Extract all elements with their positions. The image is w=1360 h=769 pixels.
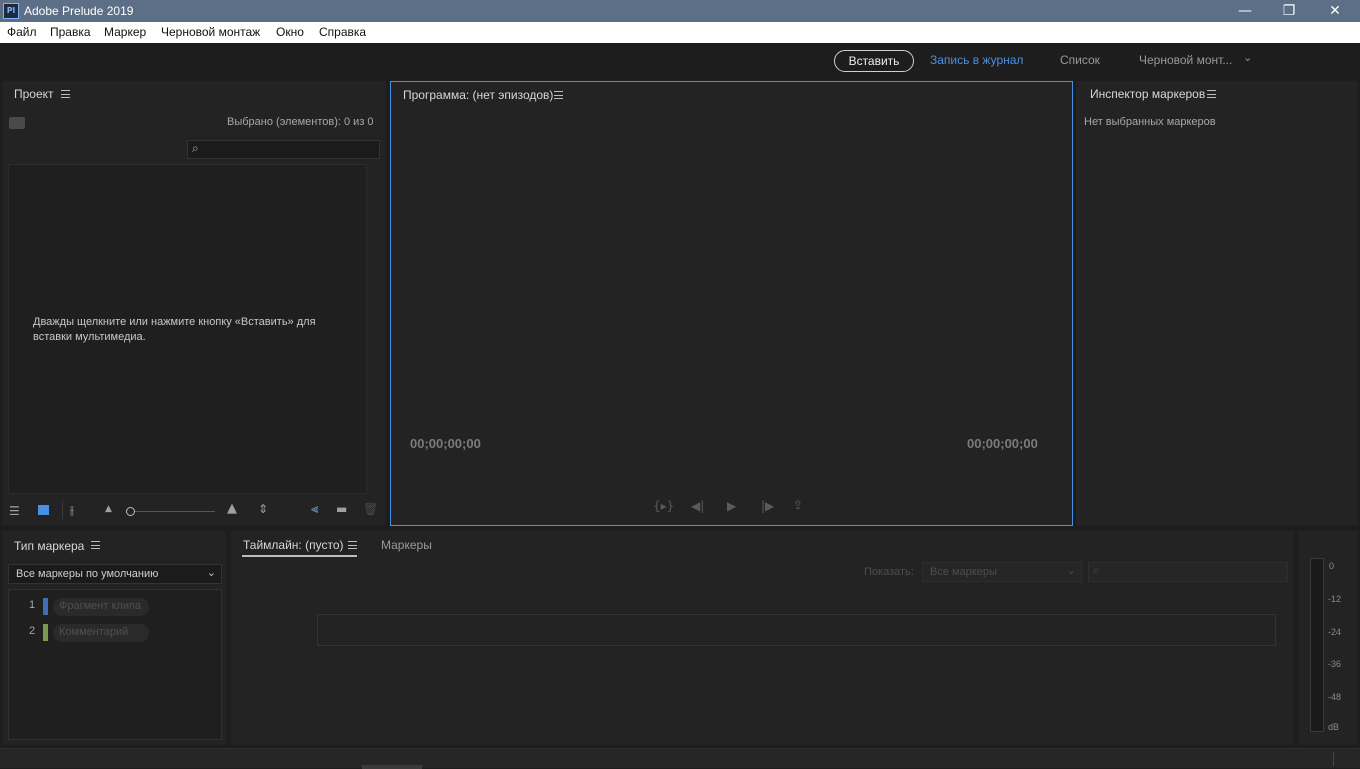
meter-label: -36: [1328, 659, 1342, 669]
window-title: Adobe Prelude 2019: [24, 4, 134, 18]
timecode-duration: 00;00;00;00: [967, 436, 1038, 451]
minimize-icon: —: [1238, 3, 1252, 19]
tab-markers[interactable]: Маркеры: [381, 538, 432, 552]
step-forward-icon[interactable]: |▶: [761, 499, 774, 513]
timeline-track[interactable]: [317, 614, 1276, 646]
search-icon: ⌕: [192, 141, 199, 155]
zoom-out-icon[interactable]: ▲: [105, 504, 112, 514]
restore-button[interactable]: ❐: [1266, 0, 1312, 22]
project-search-input[interactable]: ⌕: [187, 140, 380, 159]
trash-icon[interactable]: 🗑: [363, 502, 378, 516]
close-icon: ✕: [1329, 3, 1341, 19]
zoom-slider[interactable]: [128, 511, 215, 512]
workspace-tab-logging[interactable]: Запись в журнал: [930, 53, 1023, 67]
workspace-tab-list[interactable]: Список: [1060, 53, 1100, 67]
marker-type-label: Комментарий: [53, 624, 149, 642]
icon-view-icon[interactable]: [38, 505, 49, 515]
program-monitor-panel: Программа: (нет эпизодов) 00;00;00;00 00…: [390, 81, 1073, 526]
marker-type-dropdown-value: Все маркеры по умолчанию: [16, 568, 159, 580]
show-filter-dropdown[interactable]: Все маркеры ⌄: [922, 562, 1082, 582]
marker-type-number: 1: [29, 599, 36, 611]
marker-type-item[interactable]: 1 Фрагмент клипа: [9, 597, 221, 617]
zoom-slider-handle[interactable]: [126, 507, 135, 516]
marker-type-title: Тип маркера: [14, 539, 85, 553]
step-back-icon[interactable]: ◀|: [691, 499, 704, 513]
marker-inspector-panel: Инспектор маркеров Нет выбранных маркеро…: [1076, 81, 1358, 525]
timecode-current[interactable]: 00;00;00;00: [410, 436, 481, 451]
insert-button[interactable]: Вставить: [834, 50, 914, 72]
marker-color-swatch: [43, 598, 48, 615]
timeline-search-input[interactable]: ⌕: [1088, 562, 1288, 582]
marker-color-swatch: [43, 624, 48, 641]
prelude-app-icon: Pl: [3, 3, 19, 19]
meter-label: -12: [1328, 594, 1342, 604]
audio-meter-panel: 0 -12 -24 -36 -48 dB: [1298, 531, 1358, 745]
status-divider: [1333, 752, 1334, 766]
toolbar-divider: [62, 501, 63, 519]
play-icon[interactable]: ▶: [727, 499, 736, 513]
horizontal-scrollbar[interactable]: [362, 765, 422, 769]
meter-label: dB: [1328, 722, 1340, 732]
search-icon: ⌕: [1093, 563, 1100, 577]
restore-icon: ❐: [1282, 3, 1296, 19]
workspace-chevron-down-icon[interactable]: ⌄: [1243, 51, 1252, 64]
export-frame-icon[interactable]: ⇪: [793, 498, 803, 512]
dropdown-chevron-icon: ⌄: [206, 566, 216, 579]
project-empty-hint: Дважды щелкните или нажмите кнопку «Вста…: [33, 316, 316, 343]
show-filter-value: Все маркеры: [930, 566, 997, 578]
program-panel-title: Программа: (нет эпизодов): [403, 88, 554, 102]
status-bar: [0, 748, 1360, 769]
meter-label: 0: [1329, 561, 1335, 571]
inspector-empty-text: Нет выбранных маркеров: [1084, 116, 1216, 128]
marker-type-menu-icon[interactable]: [91, 541, 100, 549]
show-label: Показать:: [864, 566, 914, 578]
zoom-in-icon[interactable]: ▲: [227, 501, 237, 516]
selected-count: Выбрано (элементов): 0 из 0: [227, 116, 374, 128]
meter-label: -48: [1328, 692, 1342, 702]
marker-type-list: 1 Фрагмент клипа 2 Комментарий: [8, 589, 222, 740]
automatic-sequence-icon[interactable]: ⫷: [311, 502, 318, 517]
menu-rough-cut[interactable]: Черновой монтаж: [161, 25, 260, 39]
audio-meter-bar: [1310, 558, 1324, 732]
workspace-tab-rough-cut[interactable]: Черновой монт...: [1139, 53, 1232, 67]
menu-bar: Файл Правка Маркер Черновой монтаж Окно …: [0, 22, 1360, 43]
inspector-menu-icon[interactable]: [1207, 90, 1216, 98]
title-bar: Pl Adobe Prelude 2019 — ❐ ✕: [0, 0, 1360, 22]
close-button[interactable]: ✕: [1312, 0, 1358, 22]
sort-icon[interactable]: ⇕: [258, 502, 268, 516]
freeform-view-icon[interactable]: ⫲: [70, 503, 74, 518]
timeline-panel: Таймлайн: (пусто) Маркеры Показать: Все …: [231, 531, 1294, 745]
mark-in-out-icon[interactable]: {▸}: [653, 499, 674, 513]
inspector-panel-title: Инспектор маркеров: [1090, 87, 1206, 101]
meter-label: -24: [1328, 627, 1342, 637]
program-menu-icon[interactable]: [554, 91, 563, 99]
marker-type-number: 2: [29, 625, 36, 637]
menu-edit[interactable]: Правка: [50, 25, 91, 39]
menu-file[interactable]: Файл: [7, 25, 37, 39]
metadata-icon[interactable]: [9, 117, 25, 129]
minimize-button[interactable]: —: [1222, 0, 1268, 22]
menu-marker[interactable]: Маркер: [104, 25, 146, 39]
list-view-icon[interactable]: ☰: [9, 504, 20, 518]
new-folder-icon[interactable]: ▬: [336, 502, 347, 516]
marker-type-label: Фрагмент клипа: [53, 598, 149, 616]
active-tab-underline: [242, 555, 357, 557]
chevron-down-icon: ⌄: [1066, 564, 1076, 577]
marker-type-panel: Тип маркера Все маркеры по умолчанию ⌄ 1…: [2, 531, 226, 745]
workspace-bar: Вставить Запись в журнал Список Черновой…: [0, 43, 1360, 79]
marker-type-dropdown[interactable]: Все маркеры по умолчанию ⌄: [8, 564, 222, 584]
tab-timeline[interactable]: Таймлайн: (пусто): [243, 538, 343, 552]
project-menu-icon[interactable]: [61, 90, 70, 98]
project-panel-title: Проект: [14, 87, 54, 101]
marker-type-item[interactable]: 2 Комментарий: [9, 623, 221, 643]
project-panel: Проект Выбрано (элементов): 0 из 0 ⌕ Два…: [2, 81, 386, 525]
menu-window[interactable]: Окно: [276, 25, 304, 39]
project-list-area[interactable]: Дважды щелкните или нажмите кнопку «Вста…: [8, 164, 367, 494]
menu-help[interactable]: Справка: [319, 25, 366, 39]
timeline-menu-icon[interactable]: [348, 541, 357, 549]
